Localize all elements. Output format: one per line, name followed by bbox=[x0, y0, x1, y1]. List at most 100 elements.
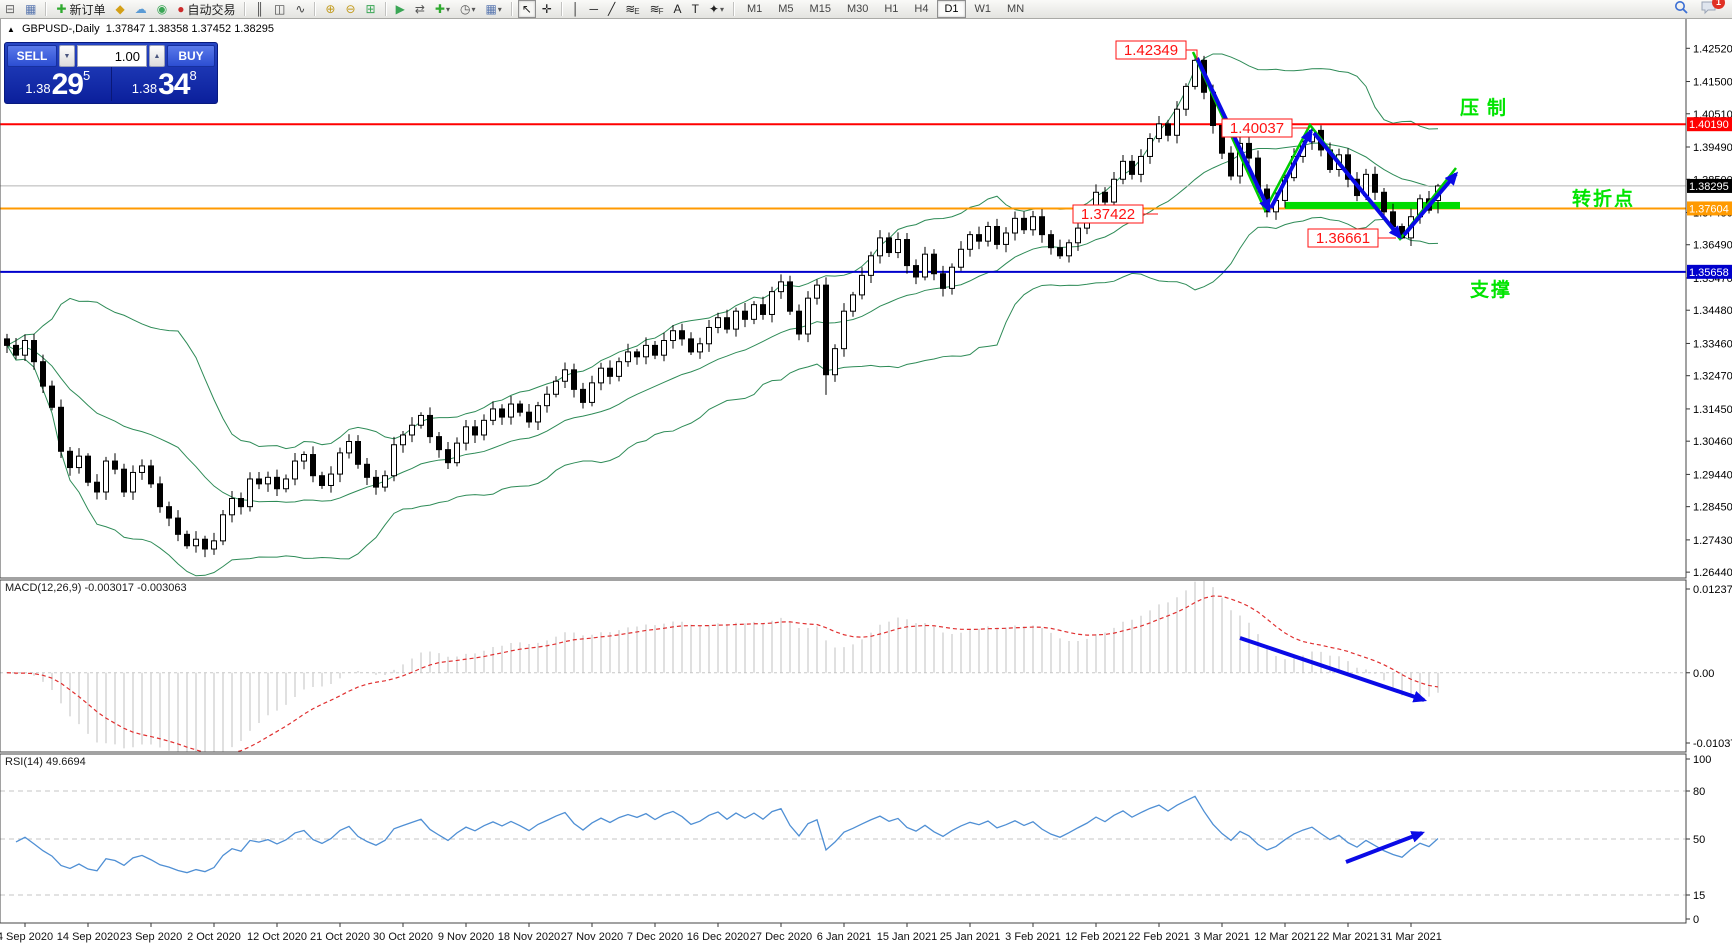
bars-icon[interactable]: ║ bbox=[251, 0, 268, 18]
price-tag[interactable]: 1.36661 bbox=[1308, 229, 1396, 247]
buy-price-pips: 34 bbox=[158, 71, 189, 99]
autoscroll-icon: ▶ bbox=[396, 1, 405, 17]
timeframe-M30[interactable]: M30 bbox=[840, 0, 875, 18]
timeframe-W1[interactable]: W1 bbox=[968, 0, 999, 18]
volume-down-button[interactable]: ▼ bbox=[59, 45, 75, 67]
tile-windows-icon[interactable]: ⊞ bbox=[362, 0, 380, 18]
chart-canvas[interactable]: 1.423491.400371.374221.36661压制转折点支撑1.425… bbox=[0, 0, 1732, 944]
macd-label: MACD(12,26,9) -0.003017 -0.003063 bbox=[5, 582, 187, 594]
candle-body bbox=[788, 282, 793, 311]
trendline-icon[interactable]: ╱ bbox=[604, 0, 619, 18]
community-icon[interactable]: ☁ bbox=[131, 0, 151, 18]
sell-price[interactable]: 1.38 29 5 bbox=[5, 67, 112, 101]
trend-arrow[interactable] bbox=[1271, 131, 1311, 208]
new-order-button[interactable]: ✚新订单 bbox=[52, 0, 109, 18]
candle-body bbox=[212, 541, 217, 549]
volume-up-button[interactable]: ▲ bbox=[149, 45, 165, 67]
notification-badge: 1 bbox=[1712, 0, 1725, 9]
metaeditor-icon[interactable]: ◆ bbox=[111, 0, 128, 18]
cursor-icon[interactable]: ↖ bbox=[518, 0, 536, 18]
date-axis[interactable]: 4 Sep 202014 Sep 202023 Sep 20202 Oct 20… bbox=[0, 923, 1442, 943]
search-icon[interactable] bbox=[1674, 0, 1689, 18]
window-icon[interactable]: ⊟ bbox=[1, 0, 19, 18]
chart-shift-icon[interactable]: ⇄ bbox=[411, 0, 429, 18]
date-tick-label: 22 Mar 2021 bbox=[1317, 931, 1379, 943]
signals-icon[interactable]: ◉ bbox=[153, 0, 171, 18]
timeframe-D1[interactable]: D1 bbox=[937, 0, 965, 18]
text-icon[interactable]: A bbox=[670, 0, 686, 18]
price-tag[interactable]: 1.42349 bbox=[1116, 41, 1197, 60]
rsi-line bbox=[16, 796, 1438, 872]
vertical-line-icon[interactable]: │ bbox=[568, 0, 584, 18]
horizontal-line-icon[interactable]: ─ bbox=[585, 0, 602, 18]
candle-body bbox=[104, 461, 109, 492]
sell-button[interactable]: SELL bbox=[7, 45, 57, 67]
candle-body bbox=[230, 499, 235, 515]
buy-button[interactable]: BUY bbox=[167, 45, 215, 67]
timeframe-H1[interactable]: H1 bbox=[877, 0, 905, 18]
price-tag[interactable]: 1.40037 bbox=[1222, 119, 1308, 137]
toolbar-separator bbox=[385, 2, 387, 16]
price-tick-label: 1.34480 bbox=[1693, 305, 1732, 317]
timeframe-M1[interactable]: M1 bbox=[740, 0, 769, 18]
candles-icon[interactable]: ◫ bbox=[270, 0, 289, 18]
indicators-icon[interactable]: ✚▾ bbox=[431, 0, 454, 18]
candle-body bbox=[401, 435, 406, 445]
support-text[interactable]: 支撑 bbox=[1469, 278, 1512, 301]
candle-body bbox=[851, 295, 856, 311]
timeframe-H4[interactable]: H4 bbox=[907, 0, 935, 18]
candle-body bbox=[860, 275, 865, 295]
candle-body bbox=[689, 339, 694, 352]
candle-body bbox=[149, 466, 154, 484]
zoom-out-icon[interactable]: ⊖ bbox=[341, 0, 359, 18]
autotrading-button[interactable]: ●自动交易 bbox=[173, 0, 239, 18]
buy-price[interactable]: 1.38 34 8 bbox=[112, 67, 218, 101]
autoscroll-icon[interactable]: ▶ bbox=[392, 0, 409, 18]
chat-icon[interactable]: 1 bbox=[1701, 1, 1718, 18]
equidistant-channel-icon-letter: E bbox=[634, 7, 639, 16]
price-axis[interactable]: 1.425201.415001.405101.394901.385001.374… bbox=[1686, 43, 1732, 579]
candle-body bbox=[1004, 233, 1009, 244]
resistance-text[interactable]: 压制 bbox=[1460, 96, 1514, 119]
arrows-icon[interactable]: ✦▾ bbox=[705, 0, 728, 18]
indicators-icon: ✚ bbox=[435, 1, 445, 17]
trend-arrow[interactable] bbox=[1314, 133, 1400, 237]
candle-body bbox=[77, 456, 82, 467]
date-tick-label: 15 Jan 2021 bbox=[877, 931, 938, 943]
candle-body bbox=[572, 370, 577, 390]
date-tick-label: 3 Mar 2021 bbox=[1194, 931, 1250, 943]
rsi-panel bbox=[0, 791, 1686, 895]
crosshair-icon[interactable]: ✛ bbox=[538, 0, 556, 18]
candle-body bbox=[1175, 109, 1180, 135]
templates-icon[interactable]: ▦▾ bbox=[481, 0, 505, 18]
zoom-in-icon[interactable]: ⊕ bbox=[321, 0, 339, 18]
candle-body bbox=[95, 482, 100, 492]
candle-body bbox=[554, 381, 559, 394]
horizontal-line-icon: ─ bbox=[589, 1, 598, 17]
toolbar-separator bbox=[45, 2, 47, 16]
candle-body bbox=[473, 427, 478, 435]
timeframe-MN[interactable]: MN bbox=[1000, 0, 1031, 18]
date-tick-label: 14 Sep 2020 bbox=[57, 931, 119, 943]
date-tick-label: 16 Dec 2020 bbox=[687, 931, 749, 943]
timeframe-M5[interactable]: M5 bbox=[771, 0, 800, 18]
profile-icon: ▦ bbox=[25, 1, 36, 17]
candle-body bbox=[878, 238, 883, 256]
text-label-icon[interactable]: T bbox=[688, 0, 703, 18]
collapse-triangle-icon[interactable]: ▲ bbox=[7, 25, 15, 34]
candle-body bbox=[1130, 161, 1135, 174]
candle-body bbox=[671, 331, 676, 341]
profile-icon[interactable]: ▦ bbox=[21, 0, 40, 18]
turning-point-text[interactable]: 转折点 bbox=[1572, 187, 1635, 210]
chevron-down-icon: ▾ bbox=[498, 5, 502, 14]
timeframe-M15[interactable]: M15 bbox=[803, 0, 838, 18]
candle-body bbox=[14, 345, 19, 355]
periods-icon[interactable]: ◷▾ bbox=[456, 0, 480, 18]
symbol-period-label: GBPUSD-,Daily bbox=[22, 23, 100, 35]
linechart-icon[interactable]: ∿ bbox=[291, 0, 309, 18]
candle-body bbox=[446, 450, 451, 463]
axis-price-flag-text: 1.40190 bbox=[1689, 119, 1729, 131]
volume-input[interactable]: 1.00 bbox=[77, 45, 147, 67]
fibonacci-icon[interactable]: ≋F bbox=[646, 0, 668, 18]
equidistant-channel-icon[interactable]: ≋E bbox=[621, 0, 643, 18]
